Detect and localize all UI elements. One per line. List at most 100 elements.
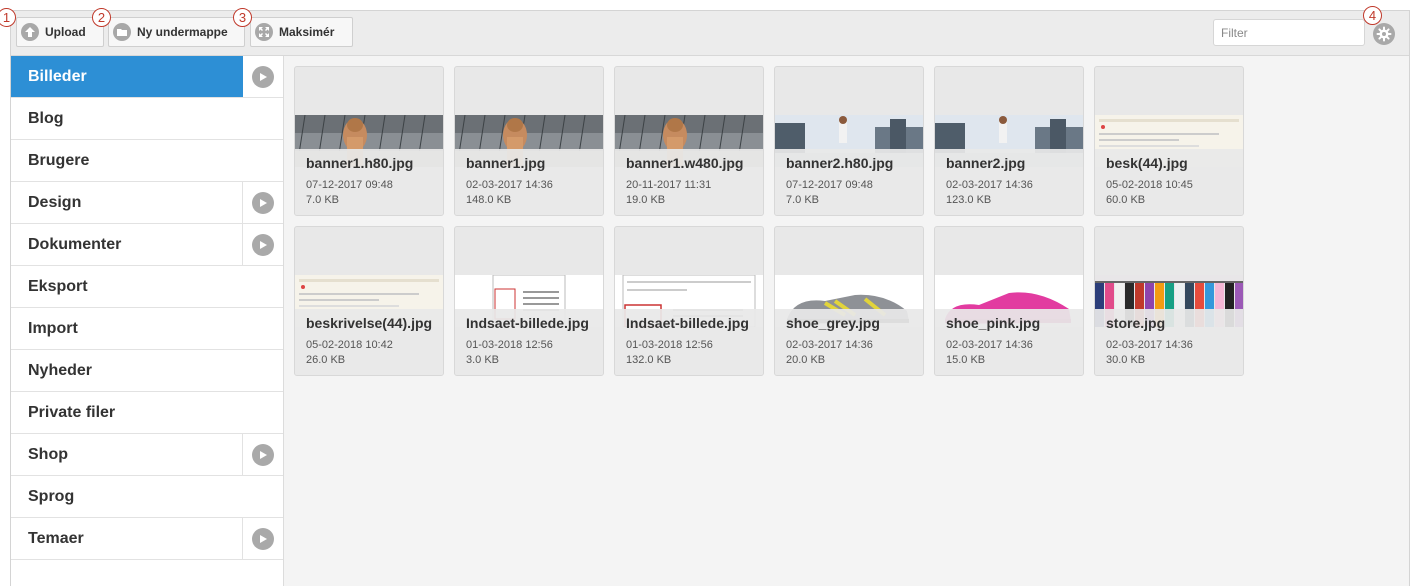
- upload-icon: [21, 23, 39, 41]
- file-card[interactable]: banner1.w480.jpg 20-11-2017 11:31 19.0 KB: [614, 66, 764, 216]
- maximize-label: Maksimér: [279, 25, 335, 39]
- maximize-button[interactable]: Maksimér: [250, 17, 353, 47]
- sidebar-item-import[interactable]: Import: [11, 308, 283, 350]
- play-arrow-icon: [252, 233, 274, 256]
- sidebar-item-private-filer[interactable]: Private filer: [11, 392, 283, 434]
- callout-marker-4: 4: [1363, 6, 1382, 25]
- file-name: beskrivelse(44).jpg: [306, 315, 433, 331]
- upload-button[interactable]: Upload: [16, 17, 104, 47]
- file-date: 01-03-2018 12:56: [466, 339, 553, 351]
- sidebar-item-eksport[interactable]: Eksport: [11, 266, 283, 308]
- expand-button[interactable]: [242, 518, 283, 559]
- sidebar-item-label: Design: [28, 193, 82, 211]
- file-size: 15.0 KB: [946, 354, 986, 366]
- file-name: banner1.jpg: [466, 155, 546, 171]
- file-card[interactable]: shoe_grey.jpg 02-03-2017 14:36 20.0 KB: [774, 226, 924, 376]
- upload-label: Upload: [45, 25, 86, 39]
- file-date: 05-02-2018 10:42: [306, 339, 393, 351]
- file-info: banner1.w480.jpg 20-11-2017 11:31 19.0 KB: [615, 149, 763, 215]
- play-arrow-icon: [252, 191, 274, 214]
- file-card[interactable]: banner2.h80.jpg 07-12-2017 09:48 7.0 KB: [774, 66, 924, 216]
- file-name: store.jpg: [1106, 315, 1166, 331]
- file-size: 7.0 KB: [306, 194, 340, 206]
- file-name: banner2.jpg: [946, 155, 1026, 171]
- sidebar-item-billeder[interactable]: Billeder: [11, 56, 283, 98]
- file-size: 3.0 KB: [466, 354, 500, 366]
- play-arrow-icon: [252, 443, 274, 466]
- sidebar-item-label: Eksport: [28, 277, 88, 295]
- file-size: 26.0 KB: [306, 354, 346, 366]
- new-folder-button[interactable]: Ny undermappe: [108, 17, 245, 47]
- file-info: Indsaet-billede.jpg 01-03-2018 12:56 3.0 K…: [455, 309, 603, 375]
- sidebar-item-label: Temaer: [28, 529, 84, 547]
- file-card[interactable]: Indsaet-billede.jpg 01-03-2018 12:56 132.0…: [614, 226, 764, 376]
- sidebar-item-design[interactable]: Design: [11, 182, 283, 224]
- file-name: banner2.h80.jpg: [786, 155, 894, 171]
- expand-button[interactable]: [242, 56, 283, 97]
- file-date: 07-12-2017 09:48: [306, 179, 393, 191]
- sidebar-item-temaer[interactable]: Temaer: [11, 518, 283, 560]
- sidebar-item-label: Nyheder: [28, 361, 93, 379]
- file-size: 148.0 KB: [466, 194, 512, 206]
- file-card[interactable]: banner1.h80.jpg 07-12-2017 09:48 7.0 KB: [294, 66, 444, 216]
- file-name: Indsaet-billede.jpg: [626, 315, 749, 331]
- file-info: Indsaet-billede.jpg 01-03-2018 12:56 132.0…: [615, 309, 763, 375]
- file-card[interactable]: banner1.jpg 02-03-2017 14:36 148.0 KB: [454, 66, 604, 216]
- file-card[interactable]: besk(44).jpg 05-02-2018 10:45 60.0 KB: [1094, 66, 1244, 216]
- file-info: banner1.h80.jpg 07-12-2017 09:48 7.0 KB: [295, 149, 443, 215]
- file-size: 19.0 KB: [626, 194, 666, 206]
- file-info: beskrivelse(44).jpg 05-02-2018 10:42 26.0 …: [295, 309, 443, 375]
- sidebar-item-label: Import: [28, 319, 78, 337]
- sidebar-item-sprog[interactable]: Sprog: [11, 476, 283, 518]
- file-date: 01-03-2018 12:56: [626, 339, 713, 351]
- filter-input[interactable]: [1213, 19, 1365, 46]
- expand-button[interactable]: [242, 182, 283, 223]
- sidebar-item-label: Billeder: [28, 67, 87, 85]
- gear-icon: [1373, 23, 1395, 45]
- play-arrow-icon: [252, 65, 274, 88]
- callout-marker-3: 3: [233, 8, 252, 27]
- file-info: store.jpg 02-03-2017 14:36 30.0 KB: [1095, 309, 1243, 375]
- sidebar-item-label: Private filer: [28, 403, 116, 421]
- file-date: 02-03-2017 14:36: [466, 179, 553, 191]
- new-folder-icon: [113, 23, 131, 41]
- file-card[interactable]: beskrivelse(44).jpg 05-02-2018 10:42 26.0 …: [294, 226, 444, 376]
- sidebar-item-label: Shop: [28, 445, 68, 463]
- sidebar-item-label: Blog: [28, 109, 64, 127]
- file-card[interactable]: Indsaet-billede.jpg 01-03-2018 12:56 3.0 K…: [454, 226, 604, 376]
- file-info: shoe_pink.jpg 02-03-2017 14:36 15.0 KB: [935, 309, 1083, 375]
- expand-button[interactable]: [242, 434, 283, 475]
- file-info: shoe_grey.jpg 02-03-2017 14:36 20.0 KB: [775, 309, 923, 375]
- file-info: banner2.jpg 02-03-2017 14:36 123.0 KB: [935, 149, 1083, 215]
- file-card[interactable]: shoe_pink.jpg 02-03-2017 14:36 15.0 KB: [934, 226, 1084, 376]
- file-name: shoe_pink.jpg: [946, 315, 1041, 331]
- toolbar: Upload Ny undermappe Maksimér: [11, 11, 1409, 56]
- settings-button[interactable]: [1373, 23, 1395, 45]
- sidebar-item-brugere[interactable]: Brugere: [11, 140, 283, 182]
- file-size: 30.0 KB: [1106, 354, 1146, 366]
- file-date: 20-11-2017 11:31: [626, 179, 712, 191]
- file-date: 02-03-2017 14:36: [786, 339, 873, 351]
- file-size: 20.0 KB: [786, 354, 826, 366]
- sidebar-item-blog[interactable]: Blog: [11, 98, 283, 140]
- file-name: besk(44).jpg: [1106, 155, 1188, 171]
- sidebar-item-dokumenter[interactable]: Dokumenter: [11, 224, 283, 266]
- file-info: besk(44).jpg 05-02-2018 10:45 60.0 KB: [1095, 149, 1243, 215]
- file-date: 02-03-2017 14:36: [1106, 339, 1193, 351]
- sidebar-item-shop[interactable]: Shop: [11, 434, 283, 476]
- file-size: 132.0 KB: [626, 354, 672, 366]
- play-arrow-icon: [252, 527, 274, 550]
- file-card[interactable]: banner2.jpg 02-03-2017 14:36 123.0 KB: [934, 66, 1084, 216]
- file-size: 123.0 KB: [946, 194, 992, 206]
- sidebar-item-nyheder[interactable]: Nyheder: [11, 350, 283, 392]
- expand-button[interactable]: [242, 224, 283, 265]
- sidebar-item-label: Sprog: [28, 487, 75, 505]
- file-card[interactable]: store.jpg 02-03-2017 14:36 30.0 KB: [1094, 226, 1244, 376]
- file-name: banner1.h80.jpg: [306, 155, 414, 171]
- file-date: 05-02-2018 10:45: [1106, 179, 1193, 191]
- file-grid: banner1.h80.jpg 07-12-2017 09:48 7.0 KB ban…: [284, 56, 1409, 586]
- file-date: 07-12-2017 09:48: [786, 179, 873, 191]
- file-date: 02-03-2017 14:36: [946, 339, 1033, 351]
- new-folder-label: Ny undermappe: [137, 25, 228, 39]
- callout-marker-2: 2: [92, 8, 111, 27]
